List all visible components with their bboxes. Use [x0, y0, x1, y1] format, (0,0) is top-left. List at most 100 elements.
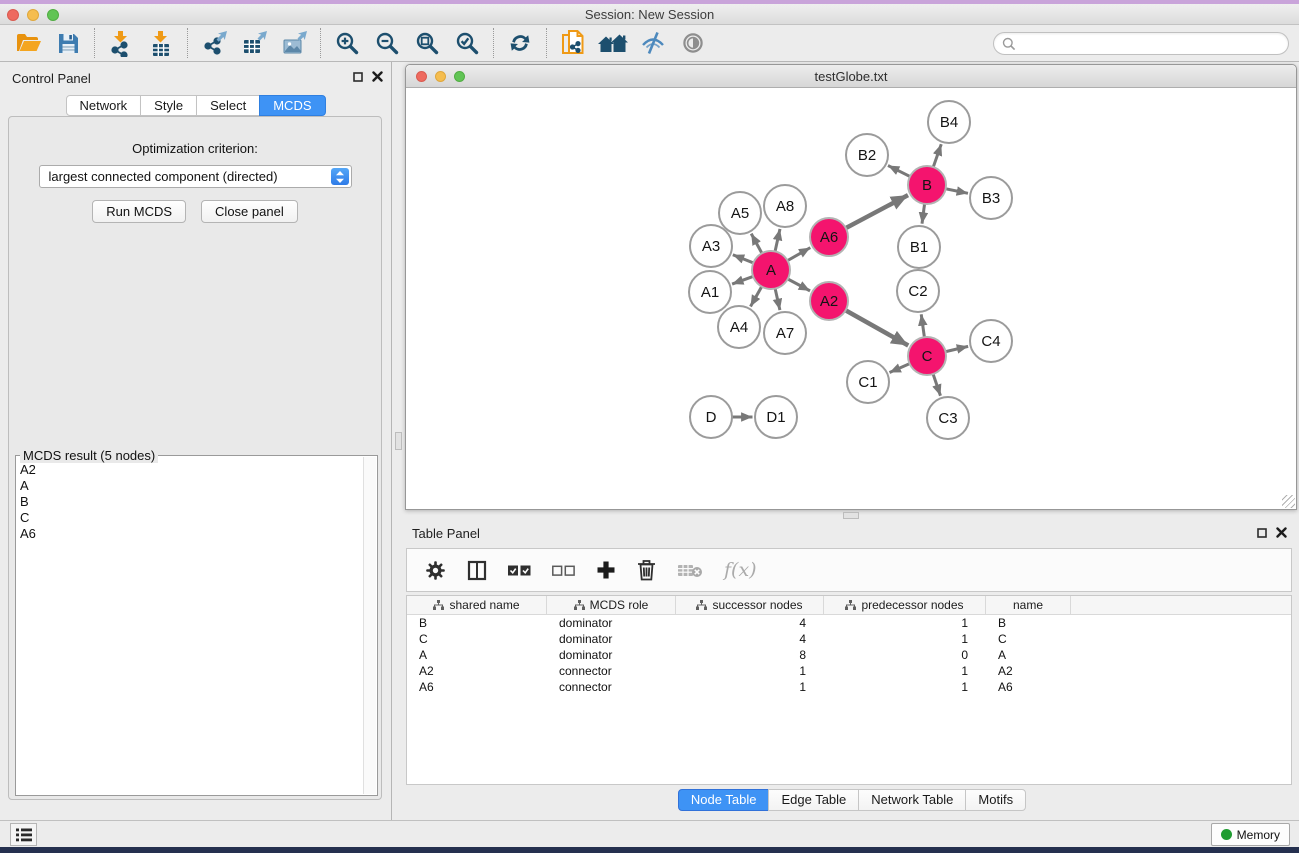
horizontal-splitter-handle[interactable]	[843, 512, 859, 519]
select-all-button[interactable]	[508, 563, 531, 577]
export-table-button[interactable]	[234, 27, 274, 60]
node-A6[interactable]: A6	[810, 218, 848, 256]
tab-network[interactable]: Network	[65, 95, 141, 116]
save-session-button[interactable]	[48, 27, 88, 60]
close-panel-button[interactable]: Close panel	[201, 200, 298, 223]
network-canvas[interactable]: B4 B2 B B3 B1C2 A5A8A6 A3 A A1 A2 A4A7 C C4 C1 C3 D D1	[406, 88, 1296, 509]
tab-motifs[interactable]: Motifs	[965, 789, 1026, 811]
table-row[interactable]: Adominator80A	[407, 647, 1291, 663]
node-C4[interactable]: C4	[970, 320, 1012, 362]
table-row[interactable]: Bdominator41B	[407, 615, 1291, 631]
export-network-button[interactable]	[194, 27, 234, 60]
node-D1[interactable]: D1	[755, 396, 797, 438]
node-B2[interactable]: B2	[846, 134, 888, 176]
node-A2[interactable]: A2	[810, 282, 848, 320]
node-A[interactable]: A	[752, 251, 790, 289]
control-panel-header: Control Panel	[0, 62, 391, 94]
result-scrollbar[interactable]	[363, 457, 376, 794]
column-header-shared-name[interactable]: shared name	[407, 596, 547, 614]
node-C[interactable]: C	[908, 337, 946, 375]
create-column-button[interactable]	[596, 560, 616, 580]
node-A4[interactable]: A4	[718, 306, 760, 348]
close-panel-icon[interactable]	[372, 71, 383, 82]
float-panel-icon[interactable]	[353, 72, 363, 82]
result-item[interactable]: A6	[20, 526, 361, 542]
table-cell: C	[407, 632, 547, 646]
node-B[interactable]: B	[908, 166, 946, 204]
node-A8[interactable]: A8	[764, 185, 806, 227]
zoom-selected-button[interactable]	[447, 27, 487, 60]
node-B4[interactable]: B4	[928, 101, 970, 143]
result-item[interactable]: B	[20, 494, 361, 510]
home-network-button[interactable]	[593, 27, 633, 60]
network-view-window: testGlobe.txt B4 B2 B B3 B1C2 A5A8A6 A3 A A1 A2 A4…	[405, 64, 1297, 510]
table-row[interactable]: A2connector11A2	[407, 663, 1291, 679]
close-table-panel-icon[interactable]	[1276, 527, 1287, 538]
node-D[interactable]: D	[690, 396, 732, 438]
table-row[interactable]: A6connector11A6	[407, 679, 1291, 695]
import-network-button[interactable]	[101, 27, 141, 60]
network-window-title: testGlobe.txt	[815, 69, 888, 84]
table-row[interactable]: Cdominator41C	[407, 631, 1291, 647]
node-B3[interactable]: B3	[970, 177, 1012, 219]
task-history-button[interactable]	[10, 823, 37, 846]
hide-graphics-details-button[interactable]	[633, 27, 673, 60]
import-table-button[interactable]	[141, 27, 181, 60]
minimize-window-button[interactable]	[27, 9, 39, 21]
tab-style[interactable]: Style	[140, 95, 197, 116]
table-tabs: Node TableEdge TableNetwork TableMotifs	[405, 789, 1299, 811]
vertical-splitter-handle[interactable]	[395, 432, 402, 450]
zoom-out-button[interactable]	[367, 27, 407, 60]
float-table-panel-icon[interactable]	[1257, 528, 1267, 538]
search-input[interactable]	[1016, 35, 1288, 53]
column-header-successor-nodes[interactable]: successor nodes	[676, 596, 824, 614]
tab-network-table[interactable]: Network Table	[858, 789, 966, 811]
tab-select[interactable]: Select	[196, 95, 260, 116]
close-window-button[interactable]	[7, 9, 19, 21]
clone-network-view-button[interactable]	[553, 27, 593, 60]
node-A1[interactable]: A1	[689, 271, 731, 313]
refresh-view-button[interactable]	[500, 27, 540, 60]
node-B1[interactable]: B1	[898, 226, 940, 268]
node-C1[interactable]: C1	[847, 361, 889, 403]
window-resize-grip[interactable]	[1282, 495, 1295, 508]
status-bar: Memory	[0, 820, 1299, 847]
network-zoom-button[interactable]	[454, 71, 465, 82]
delete-table-button[interactable]	[677, 561, 703, 579]
tab-mcds[interactable]: MCDS	[259, 95, 325, 116]
memory-button[interactable]: Memory	[1211, 823, 1290, 846]
node-C3[interactable]: C3	[927, 397, 969, 439]
column-header-predecessor-nodes[interactable]: predecessor nodes	[824, 596, 986, 614]
run-mcds-button[interactable]: Run MCDS	[92, 200, 186, 223]
node-label: D1	[766, 409, 785, 426]
attribute-tree-icon	[696, 600, 707, 610]
result-item[interactable]: A2	[20, 462, 361, 478]
search-field[interactable]	[993, 32, 1289, 55]
node-C2[interactable]: C2	[897, 270, 939, 312]
result-item[interactable]: A	[20, 478, 361, 494]
function-builder-button[interactable]: f(x)	[724, 559, 757, 581]
unselect-all-button[interactable]	[552, 563, 575, 577]
zoom-fit-button[interactable]	[407, 27, 447, 60]
node-A5[interactable]: A5	[719, 192, 761, 234]
column-header-name[interactable]: name	[986, 596, 1071, 614]
birds-eye-view-button[interactable]	[673, 27, 713, 60]
tab-edge-table[interactable]: Edge Table	[768, 789, 859, 811]
result-item[interactable]: C	[20, 510, 361, 526]
open-file-button[interactable]	[8, 27, 48, 60]
delete-column-button[interactable]	[637, 559, 656, 581]
node-A3[interactable]: A3	[690, 225, 732, 267]
criterion-select[interactable]: largest connected component (directed)	[39, 165, 352, 188]
network-minimize-button[interactable]	[435, 71, 446, 82]
network-close-button[interactable]	[416, 71, 427, 82]
gear-icon	[425, 560, 446, 581]
show-column-button[interactable]	[467, 560, 487, 581]
zoom-window-button[interactable]	[47, 9, 59, 21]
node-A7[interactable]: A7	[764, 312, 806, 354]
export-image-button[interactable]	[274, 27, 314, 60]
table-settings-button[interactable]	[425, 560, 446, 581]
zoom-in-button[interactable]	[327, 27, 367, 60]
column-header-mcds-role[interactable]: MCDS role	[547, 596, 676, 614]
tab-node-table[interactable]: Node Table	[678, 789, 770, 811]
node-table[interactable]: shared nameMCDS rolesuccessor nodesprede…	[406, 595, 1292, 785]
